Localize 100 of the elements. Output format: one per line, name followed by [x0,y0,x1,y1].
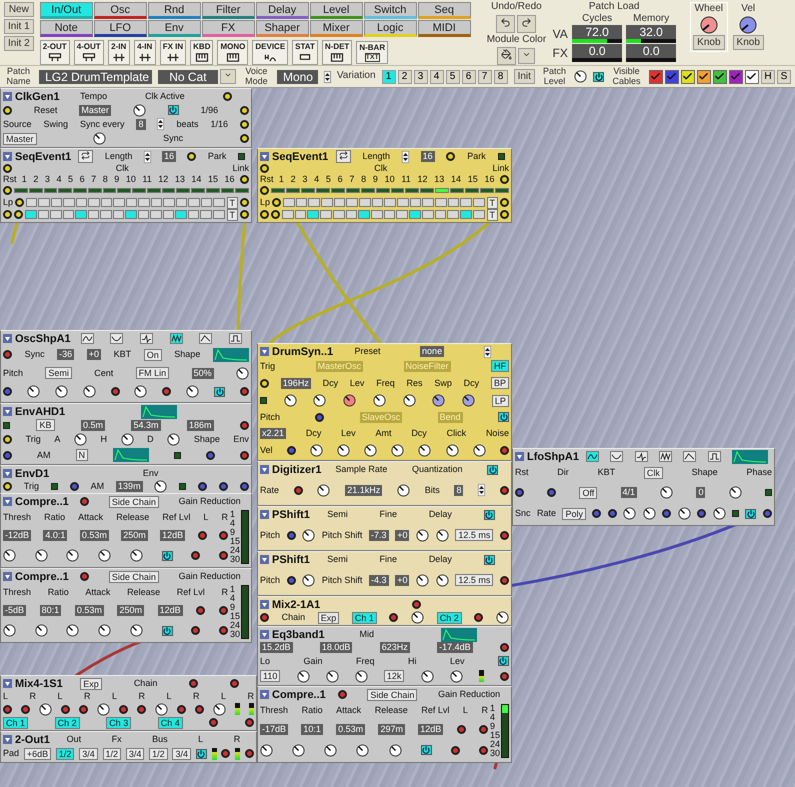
dropdown-button[interactable] [220,69,236,84]
power-button[interactable] [498,656,509,666]
jack-icon[interactable] [14,210,23,220]
step-toggle[interactable] [213,198,225,208]
knob-icon[interactable] [98,549,112,562]
step-toggle[interactable] [200,198,212,208]
jack-icon[interactable] [450,746,460,755]
collapse-icon[interactable] [3,469,12,478]
module-button[interactable]: 1/2 [102,748,122,760]
knob-icon[interactable] [354,670,368,683]
step-toggle[interactable] [320,198,333,208]
power-button[interactable] [420,745,432,756]
cable-checkbox[interactable] [696,70,711,84]
module-button[interactable]: Exp [80,678,102,690]
jack-icon[interactable] [198,531,207,540]
step-toggle[interactable] [358,198,371,208]
step-toggle[interactable] [371,210,383,220]
step-toggle[interactable] [150,210,162,220]
step-toggle[interactable] [296,198,308,208]
jack-icon[interactable] [162,387,172,396]
module-button[interactable]: Ch 2 [436,612,462,624]
step-toggle[interactable] [346,210,358,220]
jack-icon[interactable] [15,198,24,208]
step-toggle[interactable] [448,198,460,208]
step-toggle[interactable] [112,210,124,220]
step-toggle[interactable] [372,198,384,208]
waveform-button[interactable] [658,451,672,462]
loop-button[interactable] [78,150,94,163]
knob-icon[interactable] [436,574,449,586]
jack-icon[interactable] [389,613,398,622]
knob-icon[interactable] [130,549,143,562]
step-toggle[interactable] [88,198,100,208]
spinner-icon[interactable] [478,484,486,496]
knob-icon[interactable] [74,433,87,446]
power-button[interactable] [196,748,207,758]
category-tab[interactable]: Switch [364,2,417,19]
collapse-icon[interactable] [260,347,269,356]
step-toggle[interactable] [346,198,358,208]
knob-icon[interactable] [292,744,306,757]
knob-icon[interactable] [660,486,674,500]
jack-icon[interactable] [196,606,206,616]
jack-icon[interactable] [110,387,120,396]
step-toggle[interactable] [422,210,434,220]
jack-icon[interactable] [697,509,706,518]
knob-icon[interactable] [462,394,476,408]
undo-button[interactable] [496,14,516,32]
jack-icon[interactable] [219,482,228,491]
knob-icon[interactable] [3,624,16,638]
variation-button[interactable]: 6 [462,70,476,84]
knob-icon[interactable] [154,480,168,493]
jack-icon[interactable] [218,626,228,636]
knob-icon[interactable] [34,624,48,638]
jack-icon[interactable] [500,530,509,540]
step-toggle[interactable] [320,210,332,220]
knob-icon[interactable] [93,132,106,146]
jack-icon[interactable] [119,704,128,714]
module-type-button[interactable]: DEVICE [252,40,288,65]
collapse-icon[interactable] [260,555,269,564]
step-toggle[interactable] [283,198,295,208]
collapse-icon[interactable] [3,497,12,506]
module-button[interactable]: 12k [384,670,404,682]
knob-icon[interactable] [120,433,134,446]
variation-button[interactable]: 2 [398,70,412,84]
knob-icon[interactable] [26,385,40,398]
cable-checkbox[interactable] [712,70,727,84]
step-toggle[interactable] [308,198,320,208]
waveform-button[interactable] [199,333,212,344]
knob-icon[interactable] [432,394,446,408]
knob-icon[interactable] [450,670,463,683]
knob-icon[interactable] [130,624,143,638]
jack-icon[interactable] [478,746,488,755]
power-button[interactable] [162,626,173,636]
jack-icon[interactable] [177,704,186,714]
jack-icon[interactable] [3,164,12,174]
jack-icon[interactable] [240,134,249,144]
module-type-button[interactable]: 4-OUT [74,40,104,65]
module-button[interactable]: Ch 1 [3,716,28,728]
jack-icon[interactable] [240,198,249,208]
knob-icon[interactable] [420,670,434,683]
step-toggle[interactable] [409,210,421,220]
variation-button[interactable]: 3 [414,70,428,84]
waveform-button[interactable] [708,451,720,462]
variation-button[interactable]: 8 [494,70,508,84]
step-toggle[interactable] [26,198,38,208]
jack-icon[interactable] [286,530,296,540]
module-button[interactable]: HF [490,360,509,372]
module-button[interactable]: 12.5 ms [455,574,494,586]
init-button[interactable]: Init [514,69,535,84]
jack-icon[interactable] [218,531,228,540]
jack-icon[interactable] [762,509,772,518]
jack-icon[interactable] [446,152,456,161]
jack-icon[interactable] [500,576,509,584]
knob-icon[interactable] [388,744,402,757]
collapse-icon[interactable] [260,465,269,474]
step-toggle[interactable] [294,210,306,220]
spinner-icon[interactable] [402,150,409,162]
step-toggle[interactable] [434,210,446,220]
knob-icon[interactable] [678,507,691,520]
collapse-icon[interactable] [260,510,269,519]
patch-name-field[interactable]: LG2 DrumTemplate [39,70,152,84]
